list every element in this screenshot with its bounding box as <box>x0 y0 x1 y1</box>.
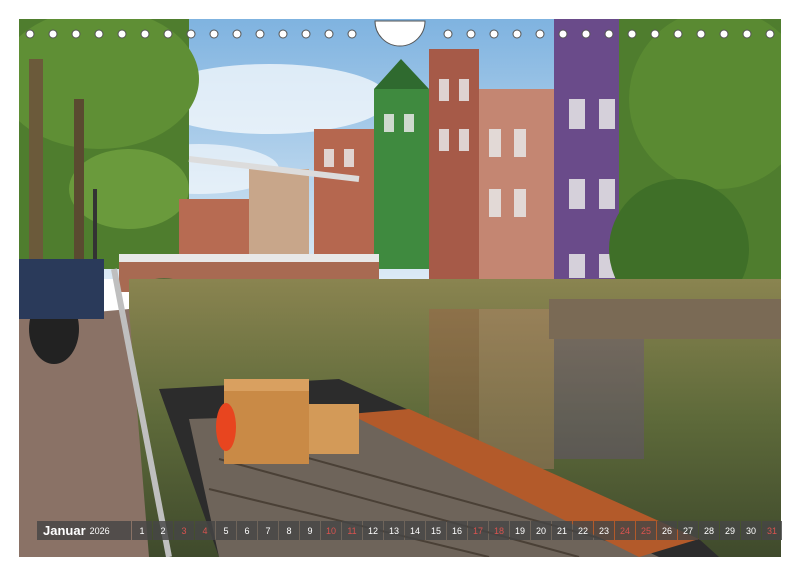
day-cell: 7 <box>258 521 278 540</box>
day-cell: 1 <box>132 521 152 540</box>
day-cell: 19 <box>510 521 530 540</box>
year-label: 2026 <box>89 525 110 536</box>
day-cell: 18 <box>489 521 509 540</box>
day-cell: 29 <box>720 521 740 540</box>
day-cell: 2 <box>153 521 173 540</box>
day-cell: 12 <box>363 521 383 540</box>
green-house <box>374 89 429 269</box>
day-cell: 20 <box>531 521 551 540</box>
calendar-strip: Januar 2026 1 2 3 4 5 6 7 8 9 10 11 12 13 14 15 16 17 18 1… <box>37 521 782 540</box>
calendar-page: Januar 2026 1 2 3 4 5 6 7 8 9 10 11 12 13 14 15 16 17 18 1… <box>0 0 800 577</box>
day-cell: 9 <box>300 521 320 540</box>
day-cell: 24 <box>615 521 635 540</box>
day-cell: 10 <box>321 521 341 540</box>
day-cell: 25 <box>636 521 656 540</box>
wooden-chest <box>224 384 309 464</box>
day-cell: 28 <box>699 521 719 540</box>
day-cell: 3 <box>174 521 194 540</box>
month-label: Januar 2026 <box>37 521 131 540</box>
canal-photo <box>19 19 781 557</box>
day-cell: 13 <box>384 521 404 540</box>
day-cell: 21 <box>552 521 572 540</box>
day-cell: 11 <box>342 521 362 540</box>
day-list: 1 2 3 4 5 6 7 8 9 10 11 12 13 14 15 16 17 18 19 20 21 22 23 24 2… <box>131 521 782 540</box>
day-cell: 26 <box>657 521 677 540</box>
canal-scene <box>19 19 781 557</box>
day-cell: 17 <box>468 521 488 540</box>
red-house <box>429 49 479 289</box>
day-cell: 22 <box>573 521 593 540</box>
day-cell: 15 <box>426 521 446 540</box>
day-cell: 23 <box>594 521 614 540</box>
drawbridge <box>119 254 379 262</box>
month-name: Januar <box>43 523 86 538</box>
car <box>19 259 104 319</box>
day-cell: 16 <box>447 521 467 540</box>
day-cell: 6 <box>237 521 257 540</box>
day-cell: 4 <box>195 521 215 540</box>
life-ring <box>216 403 236 451</box>
day-cell: 31 <box>762 521 782 540</box>
day-cell: 8 <box>279 521 299 540</box>
day-cell: 14 <box>405 521 425 540</box>
day-cell: 5 <box>216 521 236 540</box>
day-cell: 27 <box>678 521 698 540</box>
day-cell: 30 <box>741 521 761 540</box>
